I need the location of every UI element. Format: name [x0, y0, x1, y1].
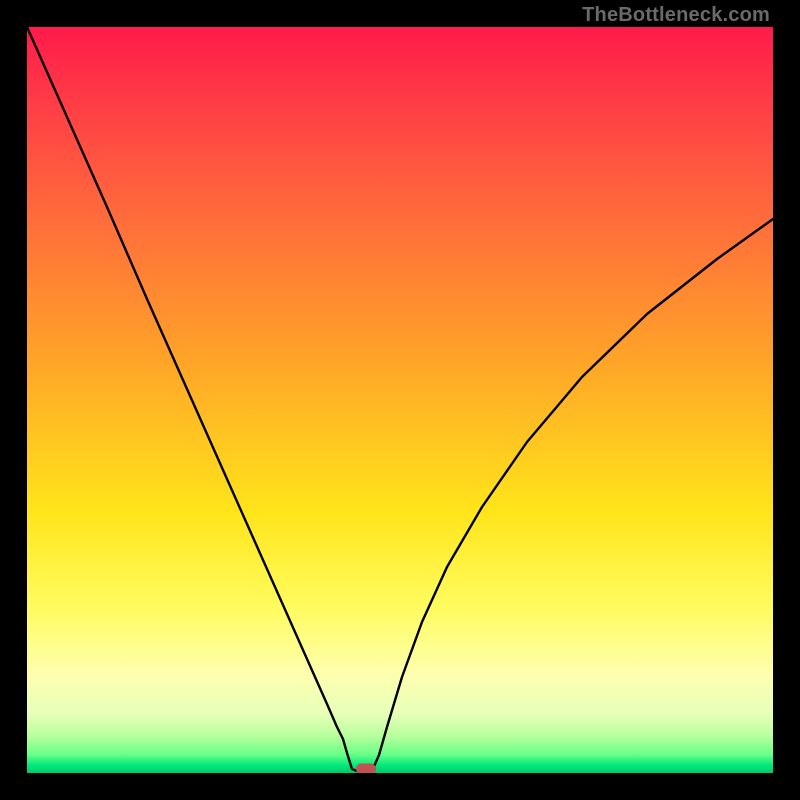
bottleneck-curve	[27, 27, 773, 773]
chart-frame: TheBottleneck.com	[0, 0, 800, 800]
plot-area	[27, 27, 773, 773]
watermark-text: TheBottleneck.com	[582, 4, 770, 27]
optimal-point-marker	[356, 764, 376, 774]
